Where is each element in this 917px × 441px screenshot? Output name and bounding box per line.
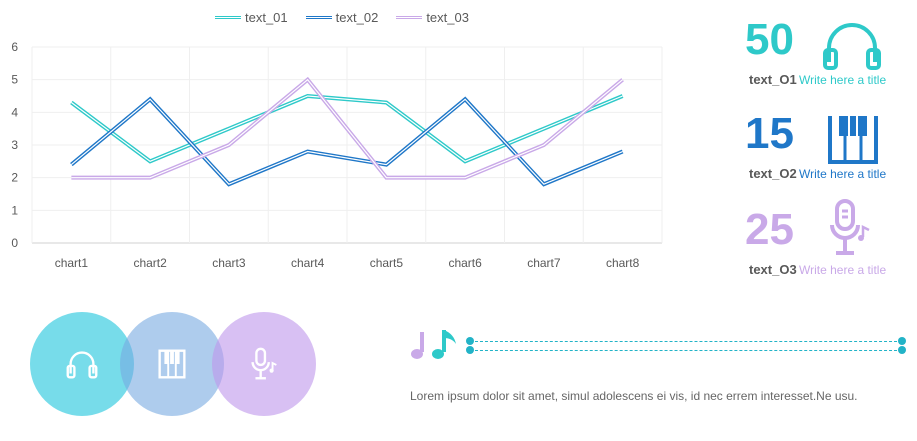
stat-name: text_O3 — [749, 262, 797, 277]
stat-block-2: 15 text_O2 Write here a title — [745, 110, 917, 190]
stat-subtitle: Write here a title — [799, 73, 887, 87]
stat-value: 25 — [745, 205, 794, 254]
staff-line — [470, 341, 902, 342]
microphone-icon — [251, 347, 277, 380]
x-tick-label: chart6 — [448, 256, 482, 270]
y-tick-label: 6 — [11, 40, 18, 54]
stat-block-1: 50 text_O1 Write here a title — [745, 16, 917, 96]
x-tick-label: chart5 — [370, 256, 404, 270]
x-tick-label: chart7 — [527, 256, 561, 270]
circle-headphones — [30, 312, 134, 416]
x-tick-label: chart2 — [133, 256, 167, 270]
y-tick-label: 3 — [11, 138, 18, 152]
staff-dot — [466, 346, 474, 354]
circle-piano — [120, 312, 224, 416]
legend-swatch — [215, 16, 241, 19]
legend-item-text-03: text_03 — [396, 10, 469, 25]
staff-line — [470, 350, 902, 351]
piano-keys-icon — [158, 349, 186, 379]
x-tick-label: chart4 — [291, 256, 325, 270]
staff-dot — [898, 346, 906, 354]
headphones-icon — [823, 23, 881, 70]
stat-subtitle: Write here a title — [799, 263, 887, 277]
legend-label: text_02 — [335, 10, 379, 25]
y-tick-label: 0 — [11, 236, 18, 250]
legend-swatch — [305, 16, 332, 19]
headphones-icon — [66, 351, 98, 379]
stat-value: 50 — [745, 15, 794, 64]
y-tick-label: 1 — [11, 203, 18, 217]
chart-legend: text_01 text_02 text_03 — [215, 10, 469, 25]
stat-subtitle: Write here a title — [799, 167, 887, 181]
staff-dot — [466, 337, 474, 345]
x-tick-label: chart8 — [606, 256, 640, 270]
piano-keys-icon — [828, 116, 878, 164]
stat-block-3: 25 text_O3 Write here a title — [745, 199, 917, 286]
stat-value: 15 — [745, 109, 794, 158]
circle-microphone — [212, 312, 316, 416]
y-tick-label: 2 — [11, 171, 18, 185]
microphone-icon — [830, 199, 870, 255]
music-notes-icon — [411, 330, 456, 359]
x-tick-label: chart3 — [212, 256, 246, 270]
legend-item-text-02: text_02 — [305, 10, 379, 25]
stat-name: text_O2 — [749, 166, 797, 181]
x-tick-label: chart1 — [55, 256, 89, 270]
legend-swatch — [396, 16, 423, 19]
body-text: Lorem ipsum dolor sit amet, simul adoles… — [410, 389, 858, 403]
stat-name: text_O1 — [749, 72, 797, 87]
y-tick-label: 4 — [11, 105, 18, 119]
legend-label: text_01 — [245, 10, 288, 25]
staff-dot — [898, 337, 906, 345]
legend-item-text-01: text_01 — [215, 10, 288, 25]
legend-label: text_03 — [426, 10, 469, 25]
y-tick-label: 5 — [11, 73, 18, 87]
